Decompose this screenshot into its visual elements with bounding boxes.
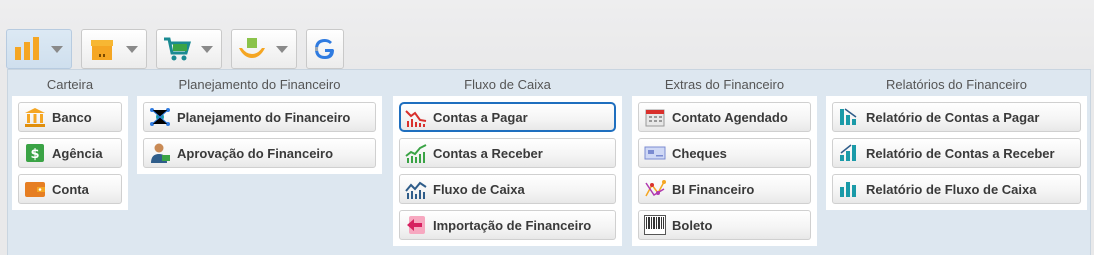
wallet-icon — [24, 178, 46, 200]
group-fluxo-de-caixa: Fluxo de Caixa Contas a Pagar Contas a R… — [393, 74, 622, 246]
network-icon — [149, 106, 171, 128]
menu-item-label: Banco — [52, 109, 92, 125]
menu-item-contas-a-receber[interactable]: Contas a Receber — [399, 138, 616, 168]
group-title: Carteira — [12, 74, 128, 96]
chart-up-icon — [405, 142, 427, 164]
group-extras: Extras do Financeiro Contato Agendado Ch… — [632, 74, 817, 246]
dollar-badge-icon: $ — [24, 142, 46, 164]
menu-item-label: Fluxo de Caixa — [433, 181, 525, 197]
import-arrow-icon — [405, 214, 427, 236]
group-title: Planejamento do Financeiro — [137, 74, 382, 96]
bi-graph-icon — [644, 178, 666, 200]
top-toolbar — [6, 29, 344, 69]
shopping-cart-icon — [163, 35, 191, 63]
menu-item-planejamento-do-financeiro[interactable]: Planejamento do Financeiro — [143, 102, 376, 132]
report-down-icon — [838, 106, 860, 128]
menu-item-label: Boleto — [672, 217, 713, 233]
hands-box-icon — [238, 35, 266, 63]
menu-item-boleto[interactable]: Boleto — [638, 210, 811, 240]
menu-item-label: Relatório de Contas a Receber — [866, 145, 1055, 161]
chevron-down-icon — [276, 45, 288, 53]
google-g-icon — [311, 35, 339, 63]
menu-item-cheques[interactable]: Cheques — [638, 138, 811, 168]
financeiro-menu-button[interactable] — [6, 29, 72, 69]
group-carteira: Carteira Banco $ Agência Conta — [12, 74, 128, 210]
menu-item-label: Importação de Financeiro — [433, 217, 592, 233]
menu-item-label: BI Financeiro — [672, 181, 755, 197]
google-button[interactable] — [306, 29, 344, 69]
menu-item-bi-financeiro[interactable]: BI Financeiro — [638, 174, 811, 204]
calendar-icon — [644, 106, 666, 128]
vendas-menu-button[interactable] — [156, 29, 222, 69]
chart-flow-icon — [405, 178, 427, 200]
group-planejamento: Planejamento do Financeiro Planejamento … — [137, 74, 382, 174]
menu-item-importacao-de-financeiro[interactable]: Importação de Financeiro — [399, 210, 616, 240]
group-title: Extras do Financeiro — [632, 74, 817, 96]
bank-icon — [24, 106, 46, 128]
menu-item-relatorio-fluxo-de-caixa[interactable]: Relatório de Fluxo de Caixa — [832, 174, 1081, 204]
report-flow-icon — [838, 178, 860, 200]
menu-item-banco[interactable]: Banco — [18, 102, 122, 132]
menu-item-label: Relatório de Fluxo de Caixa — [866, 181, 1037, 197]
chevron-down-icon — [51, 45, 63, 53]
chevron-down-icon — [201, 45, 213, 53]
box-icon — [88, 35, 116, 63]
chart-down-icon — [405, 106, 427, 128]
cheque-icon — [644, 142, 666, 164]
menu-item-fluxo-de-caixa[interactable]: Fluxo de Caixa — [399, 174, 616, 204]
menu-item-label: Cheques — [672, 145, 727, 161]
menu-item-label: Relatório de Contas a Pagar — [866, 109, 1040, 125]
estoque-menu-button[interactable] — [81, 29, 147, 69]
menu-item-label: Agência — [52, 145, 103, 161]
svg-text:$: $ — [30, 147, 39, 162]
menu-item-contato-agendado[interactable]: Contato Agendado — [638, 102, 811, 132]
group-title: Fluxo de Caixa — [393, 74, 622, 96]
chevron-down-icon — [126, 45, 138, 53]
barcode-icon — [644, 214, 666, 236]
menu-item-agencia[interactable]: $ Agência — [18, 138, 122, 168]
menu-item-label: Planejamento do Financeiro — [177, 109, 351, 125]
bar-chart-icon — [13, 35, 41, 63]
menu-item-label: Conta — [52, 181, 89, 197]
menu-item-label: Contas a Pagar — [433, 109, 528, 125]
menu-item-label: Aprovação do Financeiro — [177, 145, 334, 161]
menu-item-aprovacao-do-financeiro[interactable]: Aprovação do Financeiro — [143, 138, 376, 168]
group-title: Relatórios do Financeiro — [826, 74, 1087, 96]
menu-item-relatorio-contas-a-receber[interactable]: Relatório de Contas a Receber — [832, 138, 1081, 168]
cadastros-menu-button[interactable] — [231, 29, 297, 69]
menu-item-relatorio-contas-a-pagar[interactable]: Relatório de Contas a Pagar — [832, 102, 1081, 132]
report-up-icon — [838, 142, 860, 164]
menu-item-conta[interactable]: Conta — [18, 174, 122, 204]
menu-item-contas-a-pagar[interactable]: Contas a Pagar — [399, 102, 616, 132]
menu-item-label: Contas a Receber — [433, 145, 543, 161]
person-money-icon — [149, 142, 171, 164]
financeiro-dropdown: Carteira Banco $ Agência Conta Planejame… — [7, 69, 1091, 255]
group-relatorios: Relatórios do Financeiro Relatório de Co… — [826, 74, 1087, 210]
menu-item-label: Contato Agendado — [672, 109, 788, 125]
